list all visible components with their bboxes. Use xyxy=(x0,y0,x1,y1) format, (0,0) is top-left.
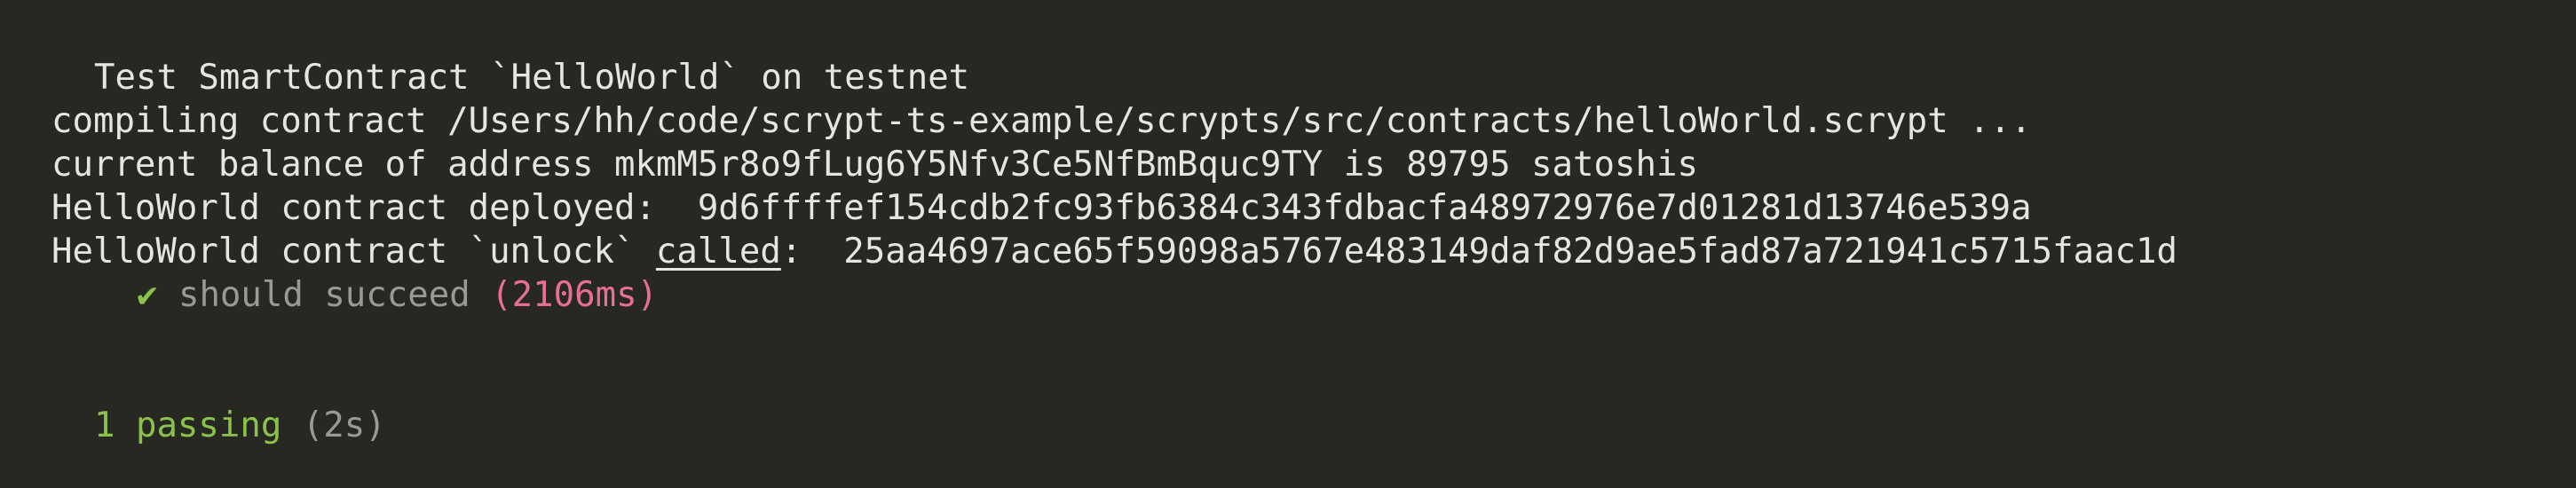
passing-count: 1 passing xyxy=(94,405,282,445)
check-mark-icon: ✔ xyxy=(137,275,158,315)
log-line-unlock: HelloWorld contract `unlock` called: 25a… xyxy=(51,231,2177,273)
terminal-output: Test SmartContract `HelloWorld` on testn… xyxy=(0,0,2576,488)
test-summary: 1 passing (2s) xyxy=(94,405,386,447)
test-name: should succeed xyxy=(178,275,470,315)
suite-title: Test SmartContract `HelloWorld` on testn… xyxy=(94,58,970,98)
log-line-deployed: HelloWorld contract deployed: 9d6ffffef1… xyxy=(51,188,2032,228)
test-duration: (2106ms) xyxy=(491,275,659,315)
test-result: ✔ should succeed (2106ms) xyxy=(137,274,658,317)
log-line-balance: current balance of address mkmM5r8o9fLug… xyxy=(51,145,1698,185)
unlock-called-link: called xyxy=(655,232,781,272)
total-time: (2s) xyxy=(302,405,386,445)
unlock-prefix: HelloWorld contract `unlock` xyxy=(51,232,656,272)
log-line-compile: compiling contract /Users/hh/code/scrypt… xyxy=(51,101,2032,141)
unlock-txid: : 25aa4697ace65f59098a5767e483149daf82d9… xyxy=(780,232,2177,272)
